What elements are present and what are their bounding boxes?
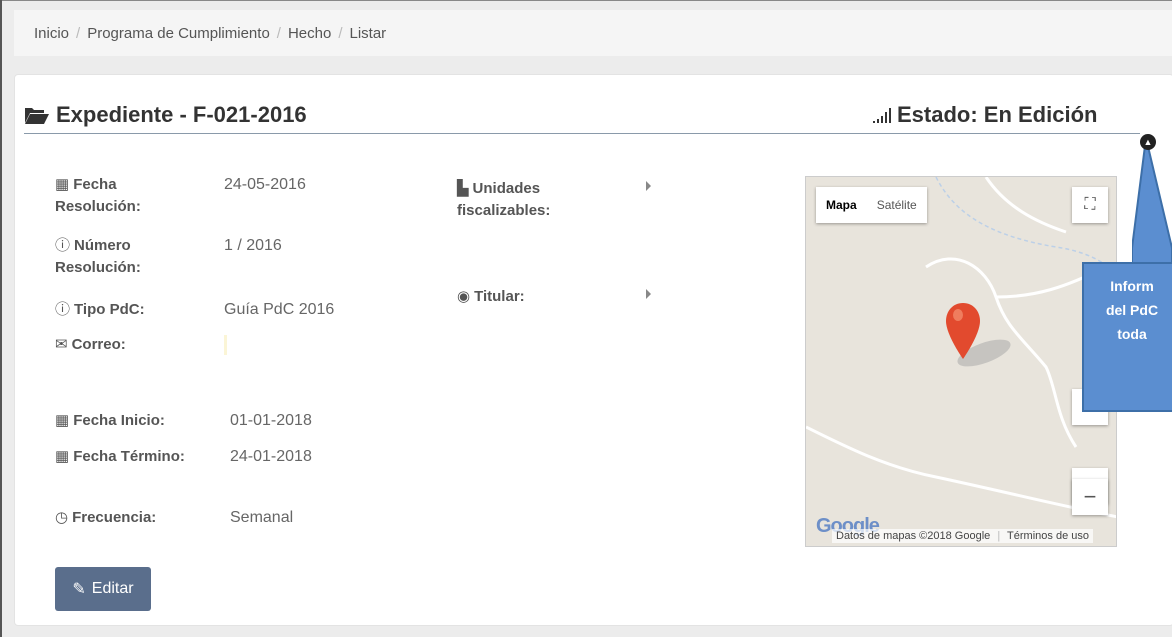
calendar-icon: ▦ <box>55 412 70 429</box>
breadcrumb-separator: / <box>276 24 281 42</box>
breadcrumb-separator: / <box>76 24 81 42</box>
breadcrumb-separator: / <box>338 24 343 42</box>
info-circle-icon: ⓘ <box>55 301 71 318</box>
location-pin-icon[interactable] <box>945 303 985 363</box>
calendar-icon: ▦ <box>55 176 70 193</box>
user-circle-icon: ◉ <box>457 288 471 305</box>
fecha-resolucion-value: 24-05-2016 <box>224 176 306 193</box>
fecha-termino-value: 24-01-2018 <box>230 448 312 465</box>
titular-label[interactable]: ◉ Titular: <box>457 286 597 308</box>
signal-icon <box>873 108 891 123</box>
titular-expand-caret[interactable] <box>646 289 651 299</box>
correo-label: ✉ Correo: <box>55 334 205 356</box>
unidades-fiscalizables-label[interactable]: ▙ Unidades fiscalizables: <box>457 178 597 222</box>
numero-resolucion-value: 1 / 2016 <box>224 237 282 254</box>
breadcrumb-inicio[interactable]: Inicio <box>34 25 69 42</box>
expediente-title: Expediente - F-021-2016 <box>56 102 307 127</box>
fullscreen-icon[interactable]: ⛶ <box>1072 187 1108 223</box>
envelope-icon: ✉ <box>55 336 68 353</box>
breadcrumb-programa[interactable]: Programa de Cumplimiento <box>87 25 270 42</box>
calendar-icon: ▦ <box>55 448 70 465</box>
callout-line-2: del PdC <box>1105 302 1159 318</box>
fecha-inicio-value: 01-01-2018 <box>230 412 312 429</box>
location-map[interactable]: Mapa Satélite ⛶ ♙ + − Google Datos de ma… <box>805 176 1117 547</box>
clock-icon: ◷ <box>55 509 69 526</box>
chevron-up-circle-icon[interactable]: ▲ <box>1140 134 1156 150</box>
correo-value <box>224 335 227 355</box>
numero-resolucion-label: ⓘ Número Resolución: <box>55 237 141 276</box>
frecuencia-value: Semanal <box>230 509 294 526</box>
map-type-mapa[interactable]: Mapa <box>816 198 867 212</box>
fecha-termino-label: ▦ Fecha Término: <box>55 446 205 468</box>
edit-button[interactable]: ✎ Editar <box>55 567 151 611</box>
breadcrumb-current: Listar <box>349 24 387 42</box>
fecha-resolucion-label: ▦ Fecha Resolución: <box>55 176 141 215</box>
map-attribution: Datos de mapas ©2018 Google | Términos d… <box>832 529 1093 543</box>
info-circle-icon: ⓘ <box>55 237 71 254</box>
map-type-control: Mapa Satélite <box>816 187 927 223</box>
unidades-expand-caret[interactable] <box>646 181 651 191</box>
status-text: Estado: En Edición <box>897 102 1098 127</box>
pencil-icon: ✎ <box>72 581 86 598</box>
window-top-border <box>0 0 1172 1</box>
frecuencia-label: ◷ Frecuencia: <box>55 507 225 529</box>
status-indicator: Estado: En Edición <box>872 102 1097 128</box>
callout-arrow <box>1132 138 1172 266</box>
breadcrumb-hecho[interactable]: Hecho <box>288 25 331 42</box>
zoom-out-button[interactable]: − <box>1072 479 1108 515</box>
callout-line-1: Inform <box>1110 278 1154 294</box>
window-left-border <box>0 0 2 637</box>
folder-open-icon <box>25 108 49 124</box>
map-type-satelite[interactable]: Satélite <box>867 198 927 212</box>
breadcrumb: Inicio / Programa de Cumplimiento / Hech… <box>14 10 1172 56</box>
title-divider <box>24 133 1140 134</box>
tipo-pdc-label: ⓘ Tipo PdC: <box>55 299 205 321</box>
page-title: Expediente - F-021-2016 <box>24 102 307 128</box>
edit-button-label: Editar <box>91 580 134 597</box>
callout-line-3: toda <box>1117 326 1147 342</box>
map-terms-link[interactable]: Términos de uso <box>1007 530 1089 542</box>
tipo-pdc-value: Guía PdC 2016 <box>224 301 335 318</box>
fecha-inicio-label: ▦ Fecha Inicio: <box>55 410 225 432</box>
info-callout: Inform del PdC toda <box>1082 262 1172 412</box>
industry-icon: ▙ <box>457 180 469 197</box>
